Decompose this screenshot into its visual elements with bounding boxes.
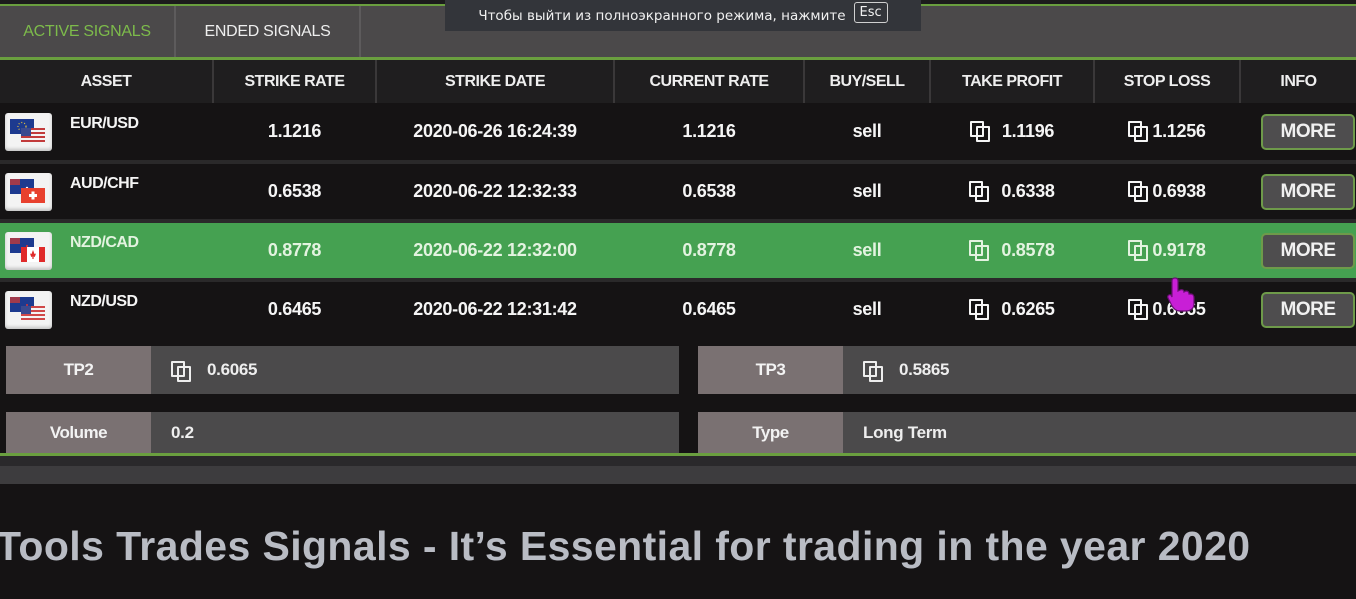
- info-cell: MORE: [1240, 221, 1356, 282]
- divider-strip: [0, 466, 1356, 484]
- more-button[interactable]: MORE: [1261, 173, 1355, 210]
- copy-icon[interactable]: [969, 240, 990, 261]
- tab-ended-signals[interactable]: ENDED SIGNALS: [176, 6, 361, 57]
- table-row[interactable]: EUR/USD 1.1216 2020-06-26 16:24:39 1.121…: [0, 103, 1356, 164]
- detail-value: 0.6065: [151, 346, 679, 394]
- detail-value: Long Term: [863, 422, 947, 442]
- stop-loss-cell: 0.6938: [1094, 162, 1240, 223]
- copy-icon[interactable]: [1128, 181, 1149, 202]
- column-header-asset[interactable]: ASSET: [0, 60, 214, 103]
- divider-strip: [0, 456, 1356, 466]
- info-cell: MORE: [1240, 103, 1356, 164]
- column-header-strike-rate[interactable]: STRIKE RATE: [213, 60, 377, 103]
- copy-icon[interactable]: [863, 361, 883, 382]
- asset-name: EUR/USD: [70, 114, 139, 132]
- copy-icon[interactable]: [1128, 121, 1149, 142]
- copy-icon[interactable]: [969, 181, 990, 202]
- more-button[interactable]: MORE: [1261, 232, 1355, 269]
- asset-name: NZD/CAD: [70, 233, 139, 251]
- copy-icon[interactable]: [1128, 240, 1149, 261]
- copy-icon[interactable]: [969, 299, 990, 320]
- direction: sell: [804, 280, 930, 341]
- direction: sell: [804, 103, 930, 164]
- asset-cell: NZD/CAD: [0, 221, 213, 282]
- hand-pointer-cursor-icon: [1167, 277, 1195, 312]
- video-headline: Tools Trades Signals - It’s Essential fo…: [0, 523, 1251, 569]
- tp3-value: 0.5865: [899, 360, 950, 379]
- table-row[interactable]: NZD/USD 0.6465 2020-06-22 12:31:42 0.646…: [0, 280, 1356, 341]
- direction: sell: [804, 221, 930, 282]
- copy-icon[interactable]: [1128, 299, 1149, 320]
- tp2-value: 0.6065: [207, 360, 258, 379]
- stop-loss-cell: 0.9178: [1094, 221, 1240, 282]
- asset-cell: NZD/USD: [0, 280, 213, 341]
- current-rate: 0.6538: [614, 162, 804, 223]
- current-rate: 0.8778: [614, 221, 804, 282]
- asset-cell: AUD/CHF: [0, 162, 213, 223]
- strike-date: 2020-06-22 12:32:00: [376, 221, 614, 282]
- fullscreen-exit-notice: Чтобы выйти из полноэкранного режима, на…: [445, 0, 921, 31]
- info-cell: MORE: [1240, 280, 1356, 341]
- nzd-cad-flag-icon: [5, 231, 52, 270]
- detail-label: Volume: [6, 412, 151, 453]
- stop-loss-value: 0.9178: [1152, 240, 1206, 260]
- copy-icon[interactable]: [969, 121, 990, 142]
- current-rate: 0.6465: [614, 280, 804, 341]
- stop-loss-value: 1.1256: [1152, 121, 1206, 141]
- more-button[interactable]: MORE: [1261, 113, 1355, 150]
- signal-details-panel: TP2 0.6065 TP3 0.5865 Volume 0.2 Type Lo…: [0, 336, 1356, 456]
- info-cell: MORE: [1240, 162, 1356, 223]
- column-header-info[interactable]: INFO: [1240, 60, 1356, 103]
- strike-rate: 1.1216: [213, 103, 376, 164]
- asset-name: NZD/USD: [70, 292, 138, 310]
- detail-label: TP3: [698, 346, 843, 394]
- detail-type: Type Long Term: [698, 412, 1356, 453]
- take-profit-value: 0.6265: [1001, 299, 1055, 319]
- take-profit-value: 0.8578: [1001, 240, 1055, 260]
- take-profit-value: 0.6338: [1001, 181, 1055, 201]
- take-profit-value: 1.1196: [1001, 121, 1055, 141]
- table-row[interactable]: AUD/CHF 0.6538 2020-06-22 12:32:33 0.653…: [0, 162, 1356, 223]
- signals-table: ASSET STRIKE RATE STRIKE DATE CURRENT RA…: [0, 60, 1356, 341]
- nzd-usd-flag-icon: [5, 290, 52, 329]
- eur-usd-flag-icon: [5, 112, 52, 151]
- column-header-strike-date[interactable]: STRIKE DATE: [376, 60, 615, 103]
- direction: sell: [804, 162, 930, 223]
- more-button[interactable]: MORE: [1261, 291, 1355, 328]
- detail-label: TP2: [6, 346, 151, 394]
- strike-rate: 0.8778: [213, 221, 376, 282]
- take-profit-cell: 0.6338: [930, 162, 1094, 223]
- fullscreen-notice-text: Чтобы выйти из полноэкранного режима, на…: [478, 7, 846, 24]
- detail-tp2: TP2 0.6065: [6, 346, 679, 394]
- take-profit-cell: 1.1196: [930, 103, 1094, 164]
- current-rate: 1.1216: [614, 103, 804, 164]
- strike-rate: 0.6465: [213, 280, 376, 341]
- take-profit-cell: 0.8578: [930, 221, 1094, 282]
- strike-rate: 0.6538: [213, 162, 376, 223]
- column-header-current-rate[interactable]: CURRENT RATE: [614, 60, 805, 103]
- strike-date: 2020-06-22 12:31:42: [376, 280, 614, 341]
- copy-icon[interactable]: [171, 361, 191, 382]
- column-header-buy-sell[interactable]: BUY/SELL: [804, 60, 931, 103]
- detail-volume: Volume 0.2: [6, 412, 679, 453]
- detail-label: Type: [698, 412, 843, 453]
- tab-active-signals[interactable]: ACTIVE SIGNALS: [0, 6, 176, 57]
- detail-value: 0.2: [171, 422, 194, 442]
- take-profit-cell: 0.6265: [930, 280, 1094, 341]
- detail-tp3: TP3 0.5865: [698, 346, 1356, 394]
- table-header-row: ASSET STRIKE RATE STRIKE DATE CURRENT RA…: [0, 60, 1356, 103]
- strike-date: 2020-06-22 12:32:33: [376, 162, 614, 223]
- strike-date: 2020-06-26 16:24:39: [376, 103, 614, 164]
- detail-value: 0.5865: [843, 346, 1356, 394]
- column-header-stop-loss[interactable]: STOP LOSS: [1094, 60, 1241, 103]
- stop-loss-cell: 1.1256: [1094, 103, 1240, 164]
- column-header-take-profit[interactable]: TAKE PROFIT: [930, 60, 1095, 103]
- asset-name: AUD/CHF: [70, 174, 139, 192]
- asset-cell: EUR/USD: [0, 103, 213, 164]
- aud-chf-flag-icon: [5, 172, 52, 211]
- table-row-selected[interactable]: NZD/CAD 0.8778 2020-06-22 12:32:00 0.877…: [0, 221, 1356, 282]
- stop-loss-value: 0.6938: [1152, 181, 1206, 201]
- esc-key-badge: Esc: [853, 2, 888, 23]
